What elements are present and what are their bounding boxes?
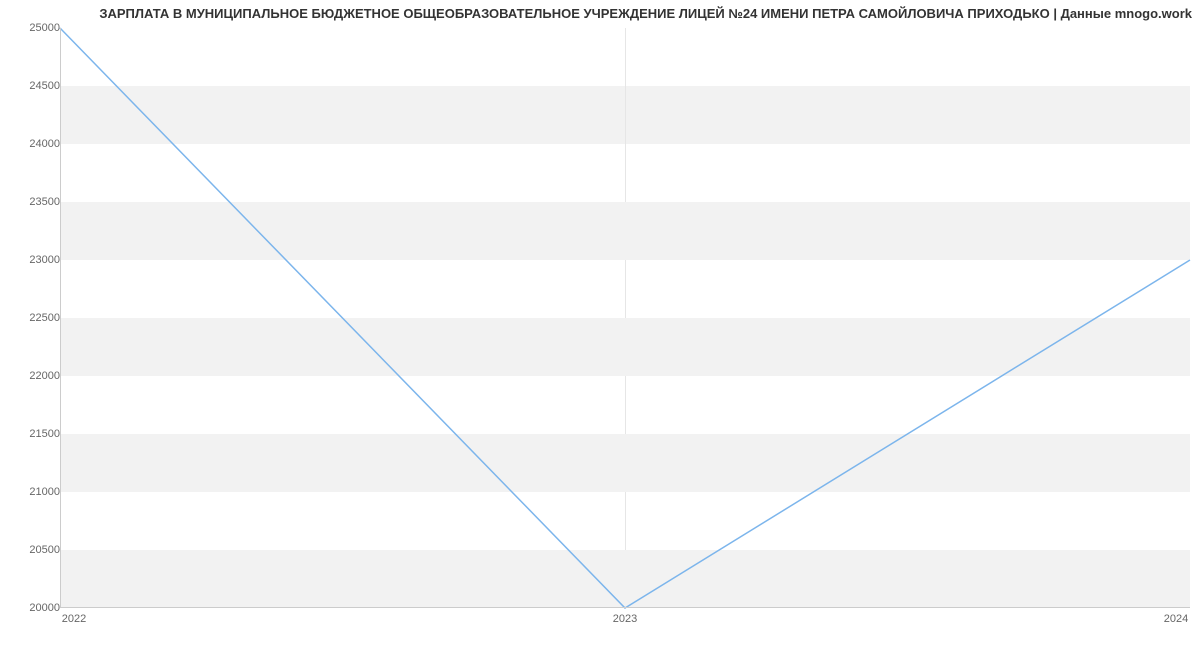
line-series [60,28,1190,608]
x-tick-label: 2022 [62,613,86,625]
y-tick-label: 24000 [10,138,60,150]
y-tick-label: 20500 [10,544,60,556]
x-tick-label: 2023 [613,613,637,625]
y-tick-label: 22500 [10,312,60,324]
y-axis-line [60,28,61,608]
y-tick-label: 25000 [10,22,60,34]
y-tick-label: 21500 [10,428,60,440]
plot-area [60,28,1190,608]
y-tick-label: 21000 [10,486,60,498]
y-tick-label: 22000 [10,370,60,382]
chart-container: ЗАРПЛАТА В МУНИЦИПАЛЬНОЕ БЮДЖЕТНОЕ ОБЩЕО… [0,0,1200,650]
y-tick-label: 24500 [10,80,60,92]
y-tick-label: 23000 [10,254,60,266]
x-axis-line [60,607,1190,608]
y-tick-label: 20000 [10,602,60,614]
chart-title: ЗАРПЛАТА В МУНИЦИПАЛЬНОЕ БЮДЖЕТНОЕ ОБЩЕО… [0,6,1192,21]
y-tick-label: 23500 [10,196,60,208]
x-tick-label: 2024 [1164,613,1188,625]
